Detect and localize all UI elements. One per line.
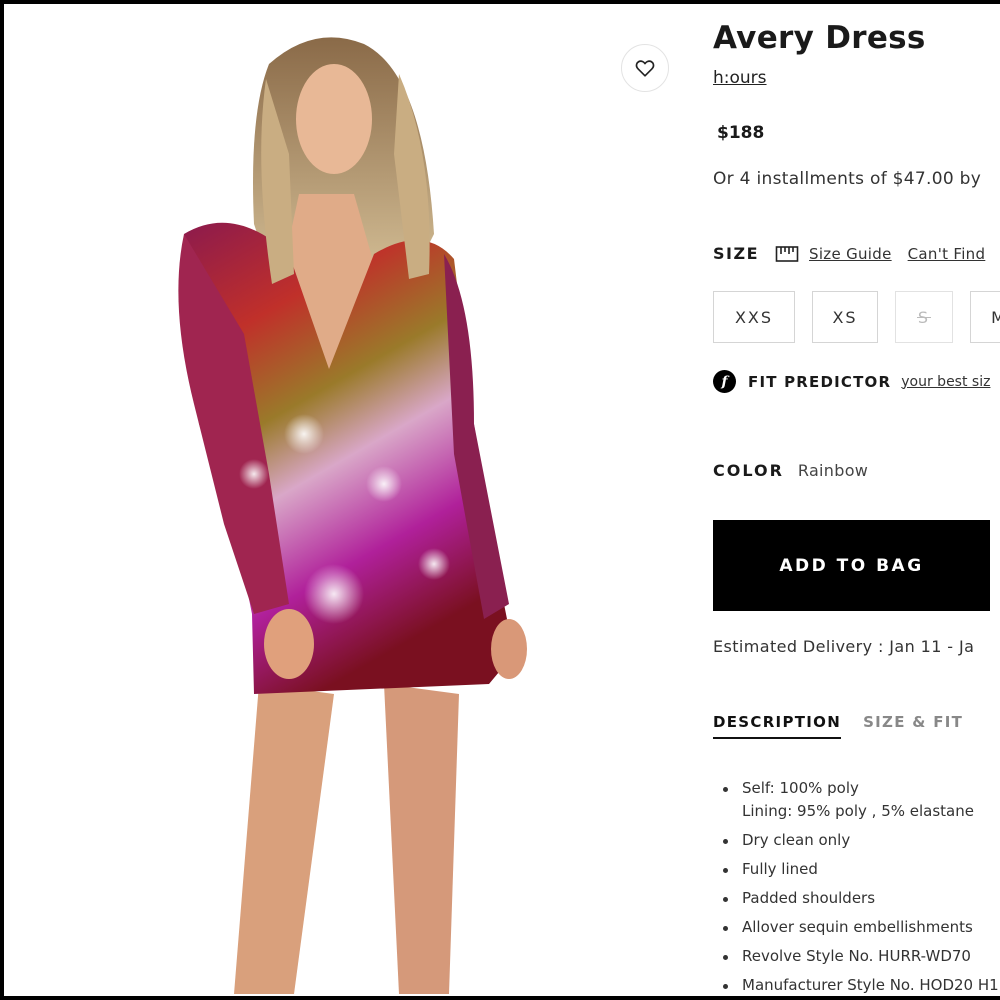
leg-right [384, 684, 459, 994]
ruler-icon [775, 245, 799, 262]
heart-icon [635, 60, 655, 77]
size-label: SIZE [713, 244, 760, 263]
list-item: Manufacturer Style No. HOD20 H1 [721, 974, 999, 997]
size-guide-link[interactable]: Size Guide [809, 245, 892, 263]
list-item: Allover sequin embellishments [721, 916, 999, 939]
size-options: XXS XS S M [713, 291, 1000, 343]
fit-predictor-icon: f [713, 370, 736, 393]
size-option-xs[interactable]: XS [812, 291, 878, 343]
leg-left [234, 684, 334, 994]
product-price: $188 [717, 123, 765, 143]
fit-predictor[interactable]: f FIT PREDICTOR your best siz [713, 370, 990, 393]
model-photo [178, 37, 527, 994]
list-item: Dry clean only [721, 829, 999, 852]
color-value: Rainbow [797, 461, 869, 480]
tab-description[interactable]: DESCRIPTION [713, 713, 842, 739]
product-title: Avery Dress [713, 20, 926, 56]
fit-predictor-link[interactable]: your best siz [901, 374, 990, 390]
description-line: Lining: 95% poly , 5% elastane [742, 802, 974, 820]
cant-find-size-link[interactable]: Can't Find [908, 245, 986, 263]
product-image [4, 4, 690, 996]
info-tabs: DESCRIPTION SIZE & FIT [713, 713, 963, 739]
product-details: Avery Dress h:ours $188 Or 4 installment… [713, 0, 1000, 1000]
size-option-xxs[interactable]: XXS [713, 291, 795, 343]
brand-link[interactable]: h:ours [713, 68, 767, 88]
size-option-m[interactable]: M [970, 291, 1000, 343]
add-to-bag-button[interactable]: ADD TO BAG [713, 520, 990, 611]
list-item: Padded shoulders [721, 887, 999, 910]
list-item: Revolve Style No. HURR-WD70 [721, 945, 999, 968]
description-list: Self: 100% poly Lining: 95% poly , 5% el… [721, 777, 999, 1000]
size-option-s[interactable]: S [895, 291, 953, 343]
wishlist-button[interactable] [621, 44, 669, 92]
list-item: Self: 100% poly Lining: 95% poly , 5% el… [721, 777, 999, 823]
estimated-delivery: Estimated Delivery : Jan 11 - Ja [713, 637, 975, 656]
color-row: COLOR Rainbow [713, 461, 868, 480]
fit-predictor-label: FIT PREDICTOR [748, 372, 892, 391]
list-item: Fully lined [721, 858, 999, 881]
color-label: COLOR [713, 461, 784, 480]
size-header: SIZE Size Guide Can't Find [713, 244, 985, 263]
description-line: Self: 100% poly [742, 779, 859, 797]
installments-text: Or 4 installments of $47.00 by [713, 169, 982, 189]
tab-size-fit[interactable]: SIZE & FIT [863, 713, 963, 739]
